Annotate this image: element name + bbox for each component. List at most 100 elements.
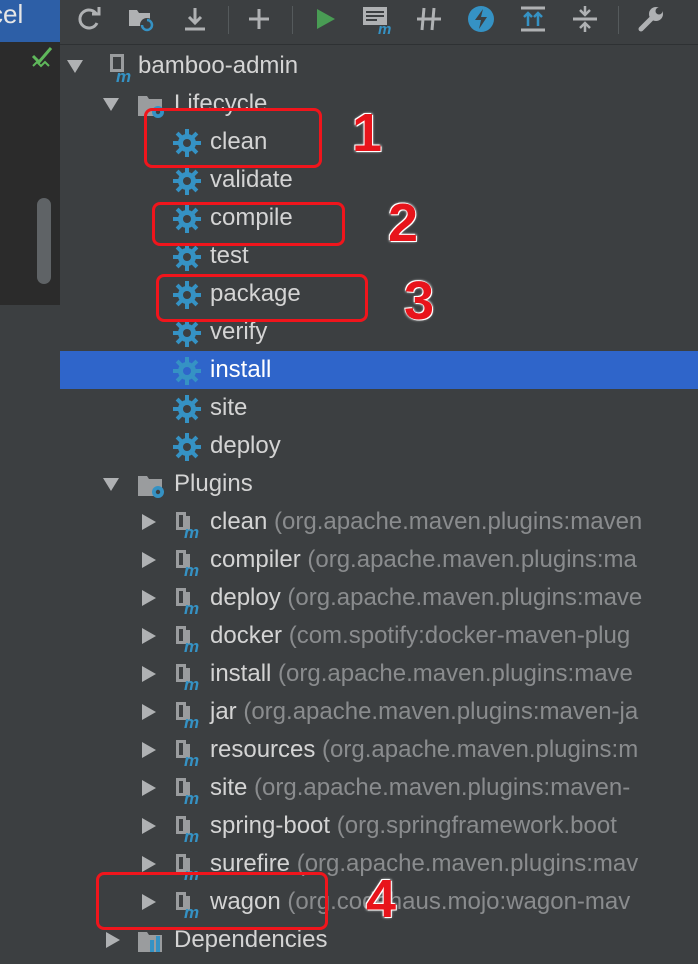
reimport-icon[interactable] <box>72 2 106 36</box>
toolbar-separator <box>618 6 619 34</box>
maven-plugin-icon: m <box>176 550 199 576</box>
vertical-scrollbar[interactable] <box>37 198 51 284</box>
svg-text:m: m <box>184 675 199 690</box>
toggle-offline-icon[interactable] <box>412 2 446 36</box>
maven-plugin-icon: m <box>176 512 199 538</box>
lifecycle-goal-row[interactable]: install <box>60 351 698 389</box>
maven-plugin-icon: m <box>176 778 199 804</box>
chevron-right-icon[interactable] <box>140 742 158 758</box>
chevron-right-icon[interactable] <box>140 818 158 834</box>
add-icon[interactable] <box>242 2 276 36</box>
plugin-row[interactable]: m resources (org.apache.maven.plugins:m <box>60 731 698 769</box>
plugin-label-wrap: jar (org.apache.maven.plugins:maven-ja <box>210 693 638 731</box>
plugin-label-wrap: resources (org.apache.maven.plugins:m <box>210 731 638 769</box>
gear-icon <box>173 319 201 347</box>
editor-tab[interactable]: cel <box>0 0 60 42</box>
tree-folder-plugins[interactable]: Plugins <box>60 465 698 503</box>
plugin-coordinates: (org.apache.maven.plugins:mav <box>296 850 639 877</box>
plugin-name: clean <box>210 508 268 535</box>
lifecycle-goal-row[interactable]: site <box>60 389 698 427</box>
annotation-box-compile <box>152 202 345 246</box>
left-gutter: cel <box>0 0 60 964</box>
chevron-right-icon[interactable] <box>104 932 122 948</box>
plugin-label-wrap: spring-boot (org.springframework.boot <box>210 807 617 845</box>
plugin-name: deploy <box>210 584 281 611</box>
gear-icon <box>173 167 201 195</box>
chevron-right-icon[interactable] <box>140 590 158 606</box>
chevron-right-icon[interactable] <box>140 552 158 568</box>
plugin-row[interactable]: m install (org.apache.maven.plugins:mave <box>60 655 698 693</box>
plugin-name: compiler <box>210 546 301 573</box>
svg-text:m: m <box>184 751 199 766</box>
maven-project-icon: m <box>110 54 131 82</box>
plugin-row[interactable]: m deploy (org.apache.maven.plugins:mave <box>60 579 698 617</box>
svg-text:m: m <box>184 827 199 842</box>
svg-text:m: m <box>184 599 199 614</box>
lifecycle-goal-row[interactable]: deploy <box>60 427 698 465</box>
chevron-down-icon[interactable] <box>66 58 84 74</box>
chevron-down-icon[interactable] <box>102 96 120 112</box>
maven-plugin-icon: m <box>176 664 199 690</box>
plugin-row[interactable]: m compiler (org.apache.maven.plugins:ma <box>60 541 698 579</box>
show-dependencies-icon[interactable] <box>516 2 550 36</box>
plugin-coordinates: (org.apache.maven.plugins:mave <box>278 660 633 687</box>
gear-icon <box>173 357 201 385</box>
chevron-right-icon[interactable] <box>140 666 158 682</box>
skip-tests-icon[interactable] <box>464 2 498 36</box>
execute-goal-icon[interactable]: m <box>360 2 394 36</box>
annotation-number: 4 <box>366 869 397 929</box>
svg-text:m: m <box>184 523 199 538</box>
svg-text:m: m <box>116 67 131 82</box>
chevron-right-icon[interactable] <box>140 628 158 644</box>
chevron-right-icon[interactable] <box>140 856 158 872</box>
plugin-label-wrap: install (org.apache.maven.plugins:mave <box>210 655 633 693</box>
annotation-box-wagon <box>96 872 328 930</box>
chevron-right-icon[interactable] <box>140 704 158 720</box>
annotation-box-clean <box>144 108 322 168</box>
folder-gear-icon <box>138 476 164 498</box>
annotation-box-package <box>156 274 368 322</box>
svg-text:m: m <box>184 561 199 576</box>
plugin-label-wrap: docker (com.spotify:docker-maven-plug <box>210 617 630 655</box>
tree-root-bamboo-admin[interactable]: m bamboo-admin <box>60 47 698 85</box>
run-icon[interactable] <box>308 2 342 36</box>
collapse-all-icon[interactable] <box>568 2 602 36</box>
maven-plugin-icon: m <box>176 626 199 652</box>
plugin-row[interactable]: m docker (com.spotify:docker-maven-plug <box>60 617 698 655</box>
chevron-right-icon[interactable] <box>140 780 158 796</box>
plugin-name: site <box>210 774 248 801</box>
lifecycle-goal-label: site <box>210 394 248 421</box>
plugin-name: spring-boot <box>210 812 331 839</box>
plugin-coordinates: (org.apache.maven.plugins:maven- <box>254 774 631 801</box>
plugin-name: install <box>210 660 272 687</box>
plugin-row[interactable]: m site (org.apache.maven.plugins:maven- <box>60 769 698 807</box>
chevron-right-icon[interactable] <box>140 514 158 530</box>
plugin-row[interactable]: m clean (org.apache.maven.plugins:maven <box>60 503 698 541</box>
plugin-coordinates: (org.springframework.boot <box>336 812 617 839</box>
toolbar-separator <box>292 6 293 34</box>
svg-text:m: m <box>378 21 391 35</box>
lifecycle-goal-label: install <box>210 356 272 383</box>
settings-icon[interactable] <box>634 2 668 36</box>
plugin-row[interactable]: m jar (org.apache.maven.plugins:maven-ja <box>60 693 698 731</box>
maven-plugin-icon: m <box>176 588 199 614</box>
svg-text:m: m <box>184 713 199 728</box>
plugin-coordinates: (org.codehaus.mojo:wagon-mav <box>287 888 631 915</box>
annotation-number: 2 <box>388 193 419 253</box>
plugin-coordinates: (com.spotify:docker-maven-plug <box>288 622 631 649</box>
dependencies-icon <box>138 932 162 952</box>
plugin-coordinates: (org.apache.maven.plugins:mave <box>287 584 643 611</box>
chevron-down-icon[interactable] <box>102 476 120 492</box>
generate-sources-icon[interactable] <box>124 2 158 36</box>
lifecycle-goal-row[interactable]: verify <box>60 313 698 351</box>
plugin-coordinates: (org.apache.maven.plugins:maven <box>274 508 643 535</box>
plugin-coordinates: (org.apache.maven.plugins:maven-ja <box>243 698 639 725</box>
plugin-label-wrap: compiler (org.apache.maven.plugins:ma <box>210 541 637 579</box>
toolbar-separator <box>228 6 229 34</box>
plugin-row[interactable]: m spring-boot (org.springframework.boot <box>60 807 698 845</box>
svg-text:m: m <box>184 789 199 804</box>
download-icon[interactable] <box>178 2 212 36</box>
tree-root-label: bamboo-admin <box>138 52 299 79</box>
svg-text:m: m <box>184 637 199 652</box>
plugin-label-wrap: deploy (org.apache.maven.plugins:mave <box>210 579 642 617</box>
